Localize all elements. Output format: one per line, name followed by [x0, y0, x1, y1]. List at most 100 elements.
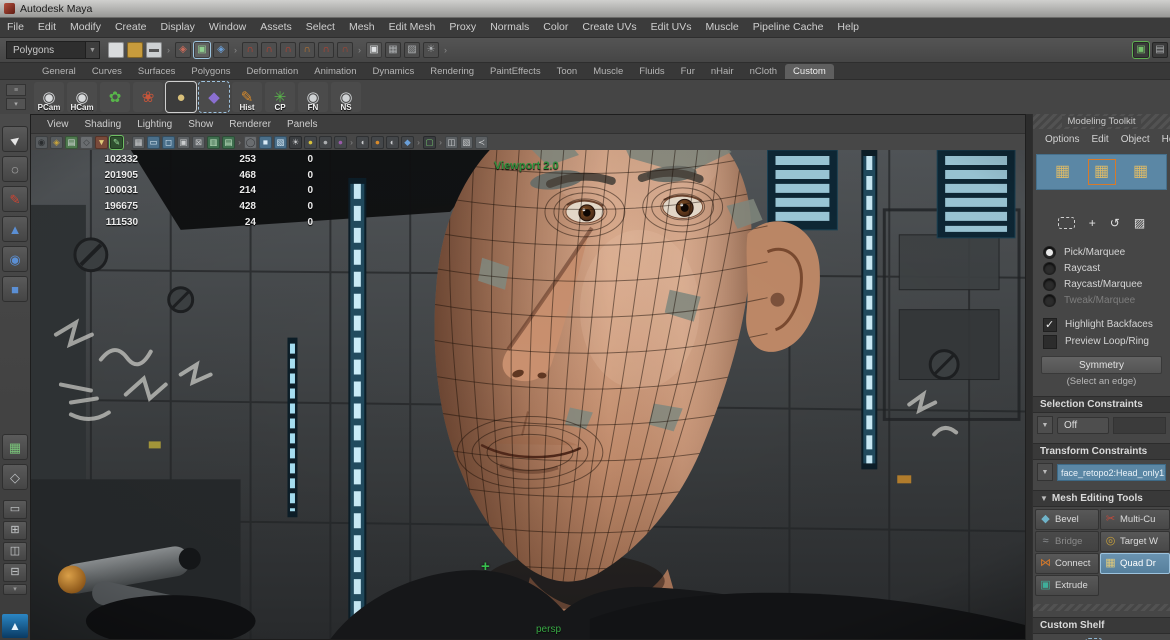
menu-item[interactable]: Proxy	[442, 18, 483, 37]
paint-select-tool[interactable]: ✎	[2, 186, 28, 212]
toolkit-menu-item[interactable]: Edit	[1085, 134, 1114, 145]
quad-draw-button[interactable]: ▦ Quad Dr	[1100, 553, 1170, 574]
shadows-icon[interactable]: ●	[304, 136, 317, 149]
move-tool[interactable]: ▲	[2, 216, 28, 242]
menu-item[interactable]: Pipeline Cache	[746, 18, 831, 37]
connect-button[interactable]: ⋈ Connect	[1035, 553, 1099, 574]
ns-button[interactable]: ◉ NS	[331, 82, 361, 112]
custom-shelf-header[interactable]: Custom Shelf	[1033, 617, 1170, 634]
depth-of-field-icon[interactable]: ●	[371, 136, 384, 149]
film-gate-icon[interactable]: ▭	[147, 136, 160, 149]
new-scene-icon[interactable]	[108, 42, 124, 58]
constraint-dropdown-icon[interactable]: ▼	[1037, 416, 1053, 434]
shelf-tab[interactable]: Toon	[549, 64, 586, 79]
hist-button[interactable]: ✎ Hist	[232, 82, 262, 112]
joint-xray-icon[interactable]: ▧	[460, 136, 473, 149]
render-settings-icon[interactable]: ☀	[423, 42, 439, 58]
shelf-tab[interactable]: Fluids	[631, 64, 672, 79]
shelf-tab[interactable]: nHair	[703, 64, 742, 79]
menu-item[interactable]: Create	[108, 18, 154, 37]
symmetry-button[interactable]: Symmetry	[1041, 356, 1162, 374]
layout-four-pane-button[interactable]: ⊞	[3, 521, 27, 540]
radio-option[interactable]: Tweak/Marquee	[1033, 292, 1170, 308]
shelf-tab[interactable]: PaintEffects	[482, 64, 549, 79]
viewport-3d-scene[interactable]: 102332 253 0 201905 468 0 100031 214 0	[31, 150, 1025, 639]
shelf-tab[interactable]: Polygons	[183, 64, 238, 79]
checkbox-option[interactable]: Preview Loop/Ring	[1033, 333, 1170, 350]
plugin-shapes-icon[interactable]: ≺	[475, 136, 488, 149]
last-tool-button[interactable]: ▦	[2, 434, 28, 460]
menu-item[interactable]: Select	[299, 18, 342, 37]
menu-item[interactable]: Edit Mesh	[382, 18, 443, 37]
attribute-editor-toggle-icon[interactable]: ▤	[1152, 42, 1168, 58]
toolkit-title-bar[interactable]: Modeling Toolkit	[1033, 114, 1170, 129]
gate-mask-icon[interactable]: ▣	[177, 136, 190, 149]
lasso-select-tool[interactable]: ◌	[2, 156, 28, 182]
toolkit-menu-item[interactable]: Options	[1039, 134, 1085, 145]
mesh-editing-tools-header[interactable]: ▼Mesh Editing Tools	[1033, 490, 1170, 507]
snap-to-curve-icon[interactable]: ∩	[261, 42, 277, 58]
tool-settings-button[interactable]: ◇	[2, 464, 28, 490]
select-object-icon[interactable]: ▣	[194, 42, 210, 58]
modeling-toolkit-toggle-icon[interactable]: ▣	[1133, 42, 1149, 58]
resolution-gate-icon[interactable]: ◻	[162, 136, 175, 149]
menu-item[interactable]: Edit UVs	[644, 18, 699, 37]
vertex-mode-button[interactable]: ▦	[1050, 160, 1076, 184]
selection-constraint-value[interactable]: Off	[1057, 417, 1109, 434]
shelf-tab[interactable]: Fur	[673, 64, 703, 79]
transform-constraints-header[interactable]: Transform Constraints	[1033, 443, 1170, 460]
panel-menu-item[interactable]: Renderer	[221, 119, 279, 130]
motion-blur-icon[interactable]: ●	[334, 136, 347, 149]
menu-item[interactable]: Muscle	[699, 18, 746, 37]
face-mode-button[interactable]: ▦	[1128, 160, 1154, 184]
marquee-select-icon[interactable]: ▭	[1058, 217, 1075, 229]
transform-constraint-field[interactable]: face_retopo2:Head_only1:Me	[1057, 464, 1166, 481]
paint-tool-button[interactable]: ◆	[199, 82, 229, 112]
shelf-tab[interactable]: Rendering	[422, 64, 482, 79]
textured-icon[interactable]: ▧	[274, 136, 287, 149]
layout-single-pane-button[interactable]: ▭	[3, 500, 27, 519]
panel-menu-item[interactable]: Shading	[77, 119, 130, 130]
field-chart-icon[interactable]: ⊠	[192, 136, 205, 149]
grid-icon[interactable]: ▦	[132, 136, 145, 149]
menu-item[interactable]: Create UVs	[575, 18, 643, 37]
rotate-tool[interactable]: ◉	[2, 246, 28, 272]
group-separator-icon[interactable]: ›	[356, 42, 363, 58]
extrude-button[interactable]: ▣ Extrude	[1035, 575, 1099, 596]
select-tool[interactable]: ►	[2, 126, 28, 152]
layout-three-pane-button[interactable]: ⊟	[3, 563, 27, 582]
multisample-icon[interactable]: ◖	[356, 136, 369, 149]
bevel-button[interactable]: ◆ Bevel	[1035, 509, 1099, 530]
pcam-button[interactable]: ◉ PCam	[34, 82, 64, 112]
xray-icon[interactable]: ◫	[445, 136, 458, 149]
snap-to-view-plane-icon[interactable]: ∩	[318, 42, 334, 58]
wireframe-icon[interactable]: ◯	[244, 136, 257, 149]
group-separator-icon[interactable]: ›	[232, 42, 239, 58]
edge-mode-button[interactable]: ▦	[1089, 160, 1115, 184]
shaded-icon[interactable]: ■	[259, 136, 272, 149]
snap-to-projected-center-icon[interactable]: ∩	[299, 42, 315, 58]
group-separator-icon[interactable]: ›	[442, 42, 449, 58]
group-separator-icon[interactable]: ›	[237, 136, 242, 149]
image-plane-icon[interactable]: ▼	[95, 136, 108, 149]
camera-attributes-icon[interactable]: ▤	[65, 136, 78, 149]
ambient-occlusion-icon[interactable]: ●	[319, 136, 332, 149]
menu-item[interactable]: Assets	[253, 18, 299, 37]
make-live-icon[interactable]: ∩	[337, 42, 353, 58]
selection-constraint-field[interactable]	[1113, 417, 1166, 434]
snap-to-grid-icon[interactable]: ∩	[242, 42, 258, 58]
panel-menu-item[interactable]: View	[39, 119, 77, 130]
toolkit-menu-item[interactable]: Help	[1156, 134, 1170, 145]
grease-pencil-icon[interactable]: ✎	[110, 136, 123, 149]
selection-mode-dropdown[interactable]: Polygons ▼	[6, 41, 100, 59]
shelf-tab[interactable]: Deformation	[239, 64, 307, 79]
group-separator-icon[interactable]: ›	[165, 42, 172, 58]
group-separator-icon[interactable]: ›	[125, 136, 130, 149]
group-separator-icon[interactable]: ›	[416, 136, 421, 149]
multi-cut-button[interactable]: ✂ Multi-Cu	[1100, 509, 1170, 530]
soft-select-icon[interactable]: ▨	[1134, 216, 1145, 230]
open-scene-icon[interactable]	[127, 42, 143, 58]
select-hierarchy-icon[interactable]: ◈	[175, 42, 191, 58]
menu-item[interactable]: Edit	[31, 18, 63, 37]
panel-menu-item[interactable]: Show	[180, 119, 221, 130]
